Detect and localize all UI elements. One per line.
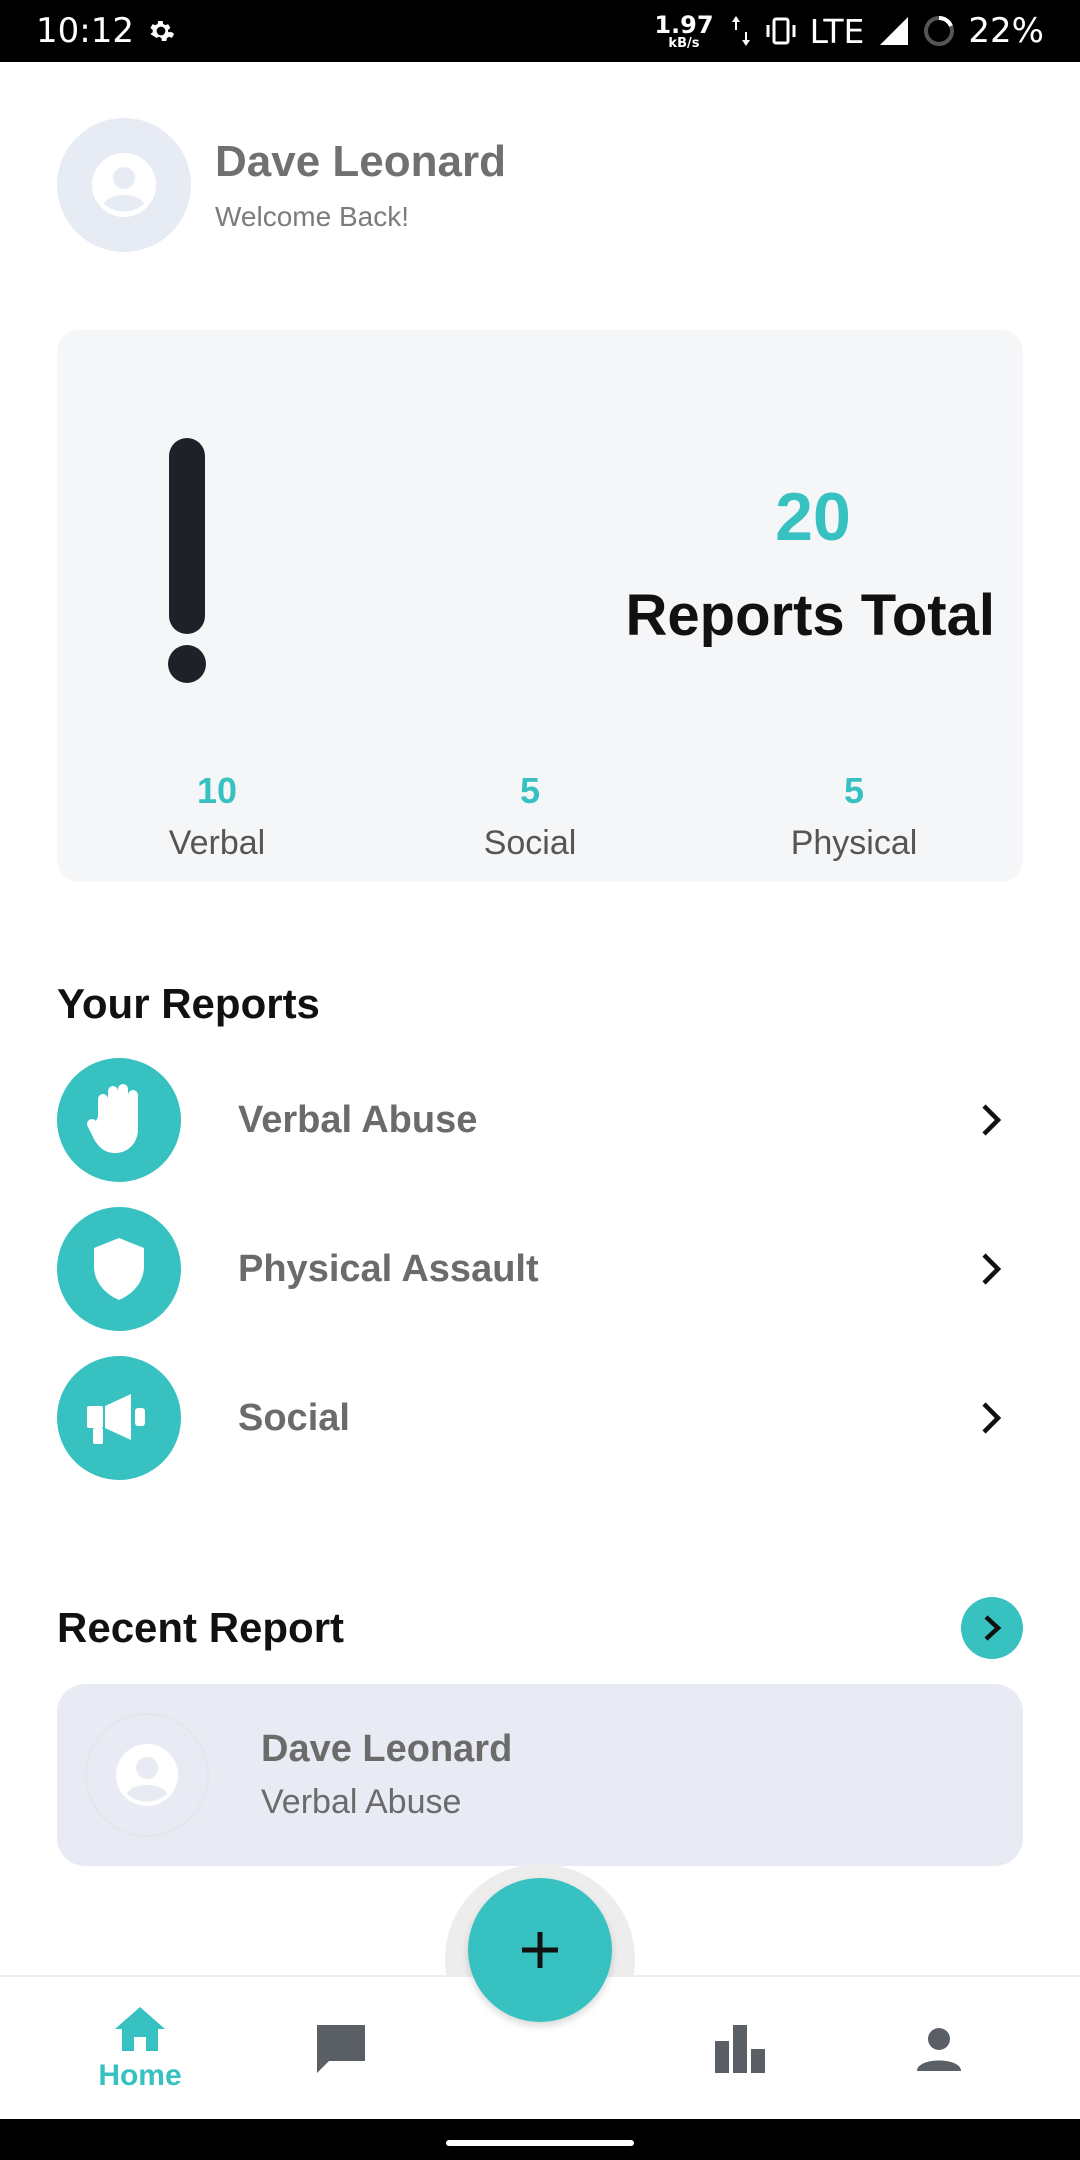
- report-label: Social: [238, 1396, 350, 1439]
- total-reports-count: 20: [775, 479, 851, 555]
- recent-report-card[interactable]: Dave Leonard Verbal Abuse: [57, 1684, 1023, 1866]
- chevron-right-icon: [971, 1100, 1011, 1140]
- add-report-fab[interactable]: [468, 1878, 612, 2022]
- bar-chart-icon: [715, 2025, 765, 2073]
- nav-home[interactable]: Home: [70, 1977, 210, 2121]
- nav-profile[interactable]: [869, 1977, 1009, 2121]
- stat-label: Social: [483, 824, 577, 862]
- data-transfer-icon: [730, 14, 752, 48]
- welcome-text: Welcome Back!: [215, 201, 409, 232]
- shield-icon: [57, 1207, 181, 1331]
- hand-icon: [57, 1058, 181, 1182]
- report-label: Physical Assault: [238, 1247, 539, 1290]
- avatar: [85, 1713, 209, 1837]
- stat-value: 10: [196, 770, 238, 811]
- report-item-social[interactable]: Social: [57, 1356, 1023, 1480]
- chevron-right-icon: [984, 1615, 1002, 1641]
- signal-icon: [876, 15, 910, 47]
- nav-home-label: Home: [98, 2059, 182, 2092]
- settings-gear-icon: [146, 16, 176, 46]
- vibrate-icon: [764, 16, 798, 46]
- recent-report-more-button[interactable]: [961, 1597, 1023, 1659]
- stat-social: 5 Social: [420, 770, 640, 863]
- home-gesture-handle[interactable]: [446, 2140, 634, 2146]
- your-reports-title: Your Reports: [57, 980, 320, 1027]
- network-type: LTE: [809, 11, 865, 51]
- status-bar: 10:12 1.97 kB/s LTE 22%: [0, 0, 1080, 62]
- user-avatar-icon: [92, 153, 156, 217]
- battery-percent: 22%: [968, 11, 1044, 51]
- recent-report-name: Dave Leonard: [261, 1728, 513, 1770]
- stat-physical: 5 Physical: [744, 770, 964, 863]
- total-reports-label: Reports Total: [625, 583, 996, 648]
- recent-report-title: Recent Report: [57, 1604, 345, 1651]
- home-icon: [115, 2007, 165, 2051]
- report-item-verbal-abuse[interactable]: Verbal Abuse: [57, 1058, 1023, 1182]
- chevron-right-icon: [971, 1398, 1011, 1438]
- nav-chat[interactable]: [271, 1977, 411, 2121]
- report-label: Verbal Abuse: [238, 1098, 478, 1141]
- plus-icon: [522, 1932, 558, 1968]
- person-icon: [917, 2028, 961, 2071]
- recent-report-type: Verbal Abuse: [261, 1783, 462, 1821]
- network-speed: 1.97 kB/s: [654, 10, 714, 51]
- megaphone-icon: [57, 1356, 181, 1480]
- user-avatar-icon: [116, 1744, 178, 1806]
- profile-header: Dave Leonard Welcome Back!: [57, 118, 506, 252]
- nav-stats[interactable]: [670, 1977, 810, 2121]
- status-time: 10:12: [36, 11, 134, 51]
- stat-value: 5: [843, 770, 865, 811]
- stat-value: 5: [519, 770, 541, 811]
- report-item-physical-assault[interactable]: Physical Assault: [57, 1207, 1023, 1331]
- stat-label: Physical: [790, 824, 918, 862]
- stat-verbal: 10 Verbal: [107, 770, 327, 863]
- stat-label: Verbal: [168, 824, 266, 862]
- chevron-right-icon: [971, 1249, 1011, 1289]
- avatar[interactable]: [57, 118, 191, 252]
- reports-summary-card: 20 Reports Total 10 Verbal 5 Social 5 Ph…: [57, 330, 1023, 882]
- chat-icon: [317, 2025, 365, 2073]
- profile-name: Dave Leonard: [215, 137, 506, 186]
- exclamation-icon: [167, 438, 207, 693]
- battery-icon: [922, 14, 956, 48]
